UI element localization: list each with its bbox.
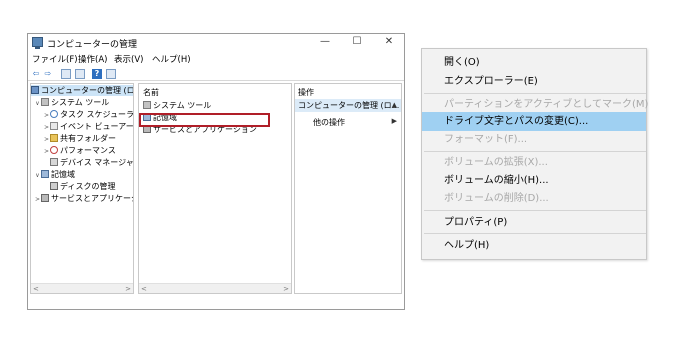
menu-item-open[interactable]: 開く(O) <box>422 53 646 72</box>
toolbar: ⇦ ⇨ ? <box>28 67 404 81</box>
chevron-down-icon[interactable]: ∨ <box>34 98 41 109</box>
scroll-right-arrow[interactable]: > <box>283 284 289 293</box>
show-hide-tree-icon[interactable] <box>61 69 71 79</box>
menu-view[interactable]: 表示(V) <box>114 53 143 65</box>
menu-item-change-drive-letter[interactable]: ドライブ文字とパスの変更(C)... <box>422 112 646 131</box>
computer-management-window: コンピューターの管理 — ☐ ✕ ファイル(F) 操作(A) 表示(V) ヘルプ… <box>27 33 405 310</box>
storage-highlight-box <box>139 113 270 127</box>
disk-icon <box>50 182 58 190</box>
tree-item-label: 記憶域 <box>51 170 75 179</box>
minimize-button[interactable]: — <box>314 35 336 49</box>
tree-item-shared-folders[interactable]: > 共有フォルダー <box>43 133 116 144</box>
menu-item-explorer[interactable]: エクスプローラー(E) <box>422 72 646 91</box>
computer-icon <box>31 86 39 94</box>
tree-item-system-tools[interactable]: ∨ システム ツール <box>34 97 109 108</box>
horizontal-scrollbar[interactable]: < > <box>31 283 133 293</box>
tree-item-label: システム ツール <box>51 98 110 107</box>
context-menu: 開く(O) エクスプローラー(E) パーティションをアクティブとしてマーク(M)… <box>421 48 648 260</box>
list-item[interactable]: システム ツール <box>143 100 211 111</box>
menu-item-help[interactable]: ヘルプ(H) <box>422 236 646 255</box>
tree-item-task-scheduler[interactable]: > タスク スケジューラ <box>43 109 134 121</box>
chevron-right-icon[interactable]: > <box>43 134 50 145</box>
menu-help[interactable]: ヘルプ(H) <box>152 53 191 65</box>
tree-item-label: ディスクの管理 <box>60 182 116 191</box>
menu-action[interactable]: 操作(A) <box>78 53 107 65</box>
tools-icon <box>143 101 151 109</box>
tools-icon <box>41 98 49 106</box>
event-viewer-icon <box>50 122 58 130</box>
back-button[interactable]: ⇦ <box>31 69 41 79</box>
console-tree: コンピューターの管理 (ローカ ∨ システム ツール > タスク スケジューラ > イ… <box>30 83 134 294</box>
performance-icon <box>50 146 58 154</box>
chevron-right-icon[interactable]: > <box>34 194 41 205</box>
scroll-right-arrow[interactable]: > <box>125 284 131 293</box>
maximize-button[interactable]: ☐ <box>346 35 368 49</box>
show-hide-action-pane-icon[interactable] <box>106 69 116 79</box>
scroll-left-arrow[interactable]: < <box>141 284 147 293</box>
chevron-down-icon[interactable]: ∨ <box>34 170 41 181</box>
tree-item-device-manager[interactable]: デバイス マネージャー <box>43 157 134 168</box>
menu-separator <box>424 233 646 234</box>
submenu-arrow-icon: ▶ <box>391 117 397 125</box>
clock-icon <box>50 110 58 118</box>
collapse-up-icon[interactable]: ▲ <box>392 99 397 112</box>
menu-file[interactable]: ファイル(F) <box>32 53 78 65</box>
properties-icon[interactable] <box>75 69 85 79</box>
tree-item-label: コンピューターの管理 (ローカ <box>41 86 134 95</box>
action-pane-header: 操作 <box>298 88 314 97</box>
column-header-name[interactable]: 名前 <box>143 87 159 98</box>
tree-item-label: 共有フォルダー <box>60 134 116 143</box>
menu-separator <box>424 151 646 152</box>
action-group-computer-management[interactable]: コンピューターの管理 (ロ... ▲ <box>295 99 401 112</box>
tree-item-disk-management[interactable]: ディスクの管理 <box>43 181 115 192</box>
computer-management-icon <box>32 37 43 49</box>
tree-item-computer-management[interactable]: コンピューターの管理 (ローカ <box>31 85 134 96</box>
menu-separator <box>424 93 646 94</box>
scroll-left-arrow[interactable]: < <box>33 284 39 293</box>
action-group-label: コンピューターの管理 (ロ... <box>298 101 400 110</box>
menu-item-shrink-volume[interactable]: ボリュームの縮小(H)... <box>422 171 646 190</box>
menu-item-format: フォーマット(F)... <box>444 134 528 145</box>
action-pane: 操作 コンピューターの管理 (ロ... ▲ 他の操作 ▶ <box>294 83 402 294</box>
services-icon <box>41 194 49 202</box>
chevron-right-icon[interactable]: > <box>43 146 50 157</box>
menu-item-delete-volume: ボリュームの削除(D)... <box>444 193 549 204</box>
chevron-right-icon[interactable]: > <box>43 110 50 121</box>
tree-item-storage[interactable]: ∨ 記憶域 <box>34 169 75 180</box>
folder-icon <box>50 134 58 142</box>
tree-item-label: デバイス マネージャー <box>60 158 134 167</box>
tree-item-event-viewer[interactable]: > イベント ビューアー <box>43 121 134 133</box>
tree-item-label: イベント ビューアー <box>60 122 134 131</box>
tree-item-label: タスク スケジューラ <box>60 110 134 119</box>
tree-item-performance[interactable]: > パフォーマンス <box>43 145 116 156</box>
help-icon[interactable]: ? <box>92 69 102 79</box>
menu-separator <box>424 210 646 211</box>
device-manager-icon <box>50 158 58 166</box>
menu-item-properties[interactable]: プロパティ(P) <box>422 213 646 232</box>
tree-item-services-and-applications[interactable]: > サービスとアプリケーション <box>34 193 133 205</box>
menu-bar: ファイル(F) 操作(A) 表示(V) ヘルプ(H) <box>28 53 404 65</box>
menu-item-extend-volume: ボリュームの拡張(X)... <box>444 157 548 168</box>
window-title: コンピューターの管理 <box>47 40 138 50</box>
forward-button[interactable]: ⇨ <box>43 69 53 79</box>
chevron-right-icon[interactable]: > <box>43 122 50 133</box>
close-button[interactable]: ✕ <box>378 35 400 49</box>
list-item-label: システム ツール <box>153 101 212 110</box>
tree-item-label: サービスとアプリケーション <box>51 194 133 203</box>
storage-icon <box>41 170 49 178</box>
title-bar[interactable]: コンピューターの管理 — ☐ ✕ <box>28 34 404 51</box>
horizontal-scrollbar[interactable]: < > <box>139 283 291 293</box>
tree-item-label: パフォーマンス <box>60 146 116 155</box>
more-actions-item[interactable]: 他の操作 <box>313 117 345 128</box>
